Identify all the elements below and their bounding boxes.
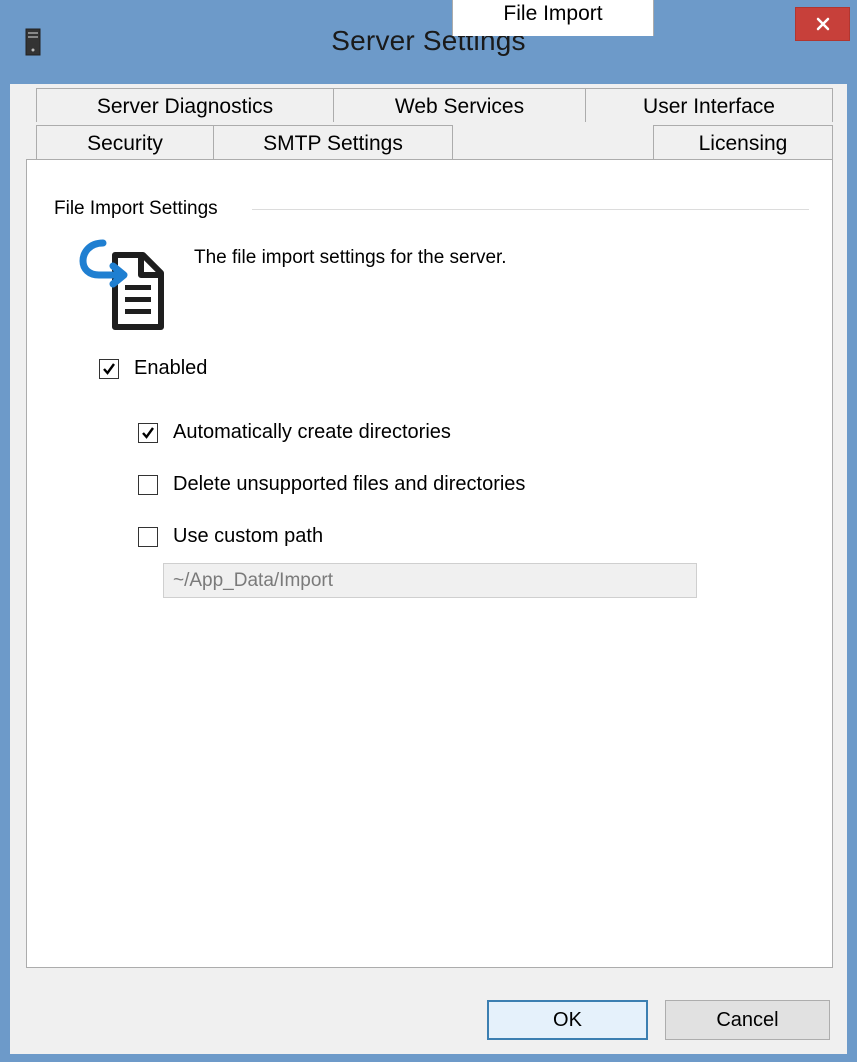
ok-button[interactable]: OK xyxy=(487,1000,648,1040)
group-label: File Import Settings xyxy=(54,198,218,219)
auto-create-checkbox-row[interactable]: Automatically create directories xyxy=(138,421,451,444)
custom-path-checkbox-row[interactable]: Use custom path xyxy=(138,525,323,548)
close-icon xyxy=(816,17,829,31)
delete-unsupported-checkbox-row[interactable]: Delete unsupported files and directories xyxy=(138,473,525,496)
tab-label: User Interface xyxy=(643,95,775,118)
server-settings-window: Server Settings Server Diagnostics Web S… xyxy=(0,0,857,1062)
tab-label: Licensing xyxy=(698,132,788,155)
title-bar[interactable]: Server Settings xyxy=(0,0,857,84)
enabled-checkbox[interactable] xyxy=(99,358,119,379)
group-divider xyxy=(252,209,809,210)
tab-licensing[interactable]: Licensing xyxy=(653,125,833,159)
panel-description: The file import settings for the server. xyxy=(194,247,507,268)
enabled-checkbox-row[interactable]: Enabled xyxy=(99,357,207,380)
tab-server-diagnostics[interactable]: Server Diagnostics xyxy=(36,88,334,122)
file-import-icon xyxy=(79,239,164,330)
tab-label: Server Diagnostics xyxy=(96,95,274,118)
tab-user-interface[interactable]: User Interface xyxy=(585,88,833,122)
custom-path-input[interactable]: ~/App_Data/Import xyxy=(163,563,697,598)
tab-file-import[interactable]: File Import xyxy=(452,0,654,36)
checkmark-icon xyxy=(142,426,154,439)
checkmark-icon xyxy=(103,362,115,375)
custom-path-label: Use custom path xyxy=(173,525,324,547)
auto-create-label: Automatically create directories xyxy=(173,421,451,443)
tab-label: Security xyxy=(87,132,163,155)
close-button[interactable] xyxy=(795,7,850,41)
tab-smtp-settings[interactable]: SMTP Settings xyxy=(213,125,453,159)
cancel-button[interactable]: Cancel xyxy=(665,1000,830,1040)
auto-create-checkbox[interactable] xyxy=(138,422,158,443)
delete-unsupported-label: Delete unsupported files and directories xyxy=(173,473,526,495)
delete-unsupported-checkbox[interactable] xyxy=(138,474,158,495)
tab-label: File Import xyxy=(503,2,603,25)
tab-web-services[interactable]: Web Services xyxy=(333,88,586,122)
tab-label: Web Services xyxy=(394,95,525,118)
enabled-label: Enabled xyxy=(134,357,208,379)
tab-security[interactable]: Security xyxy=(36,125,214,159)
tab-label: SMTP Settings xyxy=(263,132,403,155)
window-title: Server Settings xyxy=(331,25,526,56)
file-import-panel: File Import Settings The file import set… xyxy=(26,159,833,968)
custom-path-checkbox[interactable] xyxy=(138,526,158,547)
